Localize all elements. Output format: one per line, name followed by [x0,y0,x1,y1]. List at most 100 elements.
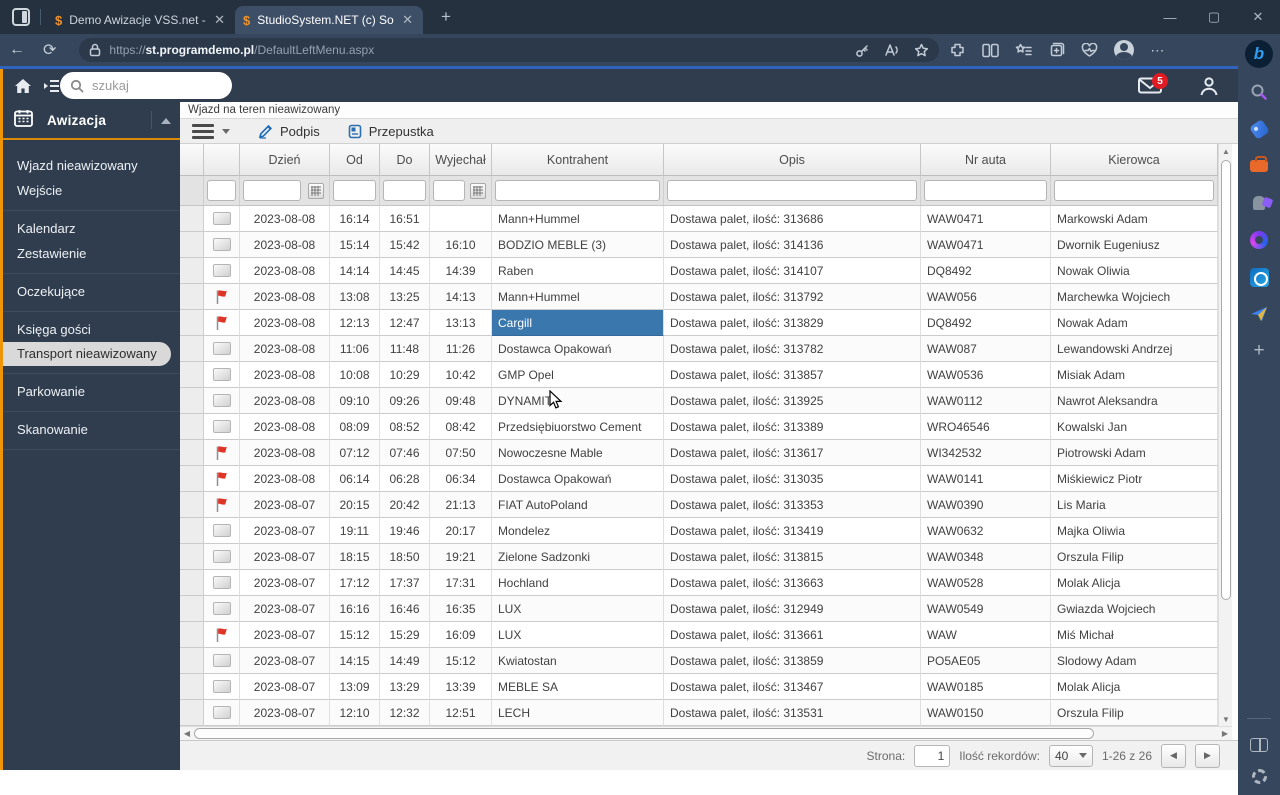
cell-od[interactable]: 13:09 [330,674,380,700]
sidebar-item[interactable]: Kalendarz [3,216,180,241]
cell-kontrahent[interactable]: GMP Opel [492,362,664,388]
table-row[interactable]: 2023-08-07 18:15 18:50 19:21 Zielone Sadzonk… [180,544,1218,570]
cell-dzien[interactable]: 2023-08-08 [240,232,330,258]
cell-do[interactable]: 17:37 [380,570,430,596]
cell-dzien[interactable]: 2023-08-07 [240,570,330,596]
games-icon[interactable] [1246,190,1272,216]
browser-tab-2-active[interactable]: $ StudioSystem.NET (c) SoftwareSt ✕ [235,6,423,34]
cell-wyjechal[interactable]: 06:34 [430,466,492,492]
przepustka-button[interactable]: Przepustka [348,124,434,139]
cell-kierowca[interactable]: Lis Maria [1051,492,1218,518]
cell-wyjechal[interactable]: 10:42 [430,362,492,388]
cell-od[interactable]: 07:12 [330,440,380,466]
cell-do[interactable]: 11:48 [380,336,430,362]
prev-page-button[interactable]: ◀ [1161,743,1186,768]
cell-kontrahent[interactable]: Dostawca Opakowań [492,336,664,362]
flag-cell[interactable] [204,492,240,518]
flag-cell[interactable] [204,440,240,466]
cell-nr-auta[interactable]: WRO46546 [921,414,1051,440]
cell-kierowca[interactable]: Miś Michał [1051,622,1218,648]
cell-wyjechal[interactable]: 15:12 [430,648,492,674]
cell-kierowca[interactable]: Markowski Adam [1051,206,1218,232]
cell-do[interactable]: 14:45 [380,258,430,284]
cell-kontrahent[interactable]: Mann+Hummel [492,206,664,232]
filter-flag-input[interactable] [207,180,236,201]
cell-wyjechal[interactable]: 08:42 [430,414,492,440]
cell-kierowca[interactable]: Piotrowski Adam [1051,440,1218,466]
header-nr-auta[interactable]: Nr auta [921,144,1051,176]
cell-kierowca[interactable]: Nawrot Aleksandra [1051,388,1218,414]
flag-cell[interactable] [204,414,240,440]
cell-dzien[interactable]: 2023-08-08 [240,336,330,362]
tab-close-icon[interactable]: ✕ [400,12,415,28]
cell-od[interactable]: 16:16 [330,596,380,622]
cell-dzien[interactable]: 2023-08-08 [240,284,330,310]
cell-dzien[interactable]: 2023-08-07 [240,596,330,622]
cell-kierowca[interactable]: Molak Alicja [1051,674,1218,700]
cell-kontrahent[interactable]: Mann+Hummel [492,284,664,310]
cell-opis[interactable]: Dostawa palet, ilość: 313859 [664,648,921,674]
cell-dzien[interactable]: 2023-08-07 [240,648,330,674]
cell-opis[interactable]: Dostawa palet, ilość: 313782 [664,336,921,362]
refresh-icon[interactable]: ⟳ [34,40,65,60]
table-row[interactable]: 2023-08-07 20:15 20:42 21:13 FIAT AutoPoland… [180,492,1218,518]
cell-kierowca[interactable]: Nowak Oliwia [1051,258,1218,284]
browser-essentials-icon[interactable] [1081,42,1098,58]
profile-avatar[interactable] [1114,40,1135,60]
cell-kierowca[interactable]: Orszula Filip [1051,700,1218,726]
vertical-scroll-thumb[interactable] [1221,160,1231,600]
more-menu-icon[interactable]: ⋯ [1150,42,1165,59]
cell-od[interactable]: 20:15 [330,492,380,518]
table-row[interactable]: 2023-08-07 15:12 15:29 16:09 LUX Dostawa pale… [180,622,1218,648]
cell-nr-auta[interactable]: WAW0471 [921,206,1051,232]
cell-nr-auta[interactable]: WAW0528 [921,570,1051,596]
sidebar-item[interactable]: Zestawienie [3,241,180,266]
workspaces-icon[interactable] [12,8,30,26]
cell-do[interactable]: 10:29 [380,362,430,388]
maximize-button[interactable]: ▢ [1192,0,1236,34]
table-row[interactable]: 2023-08-08 14:14 14:45 14:39 Raben Dostawa pa… [180,258,1218,284]
browser-tab-1[interactable]: $ Demo Awizacje VSS.net - Demo ✕ [47,6,235,34]
header-do[interactable]: Do [380,144,430,176]
cell-wyjechal[interactable]: 19:21 [430,544,492,570]
cell-dzien[interactable]: 2023-08-08 [240,258,330,284]
cell-od[interactable]: 09:10 [330,388,380,414]
cell-opis[interactable]: Dostawa palet, ilość: 314136 [664,232,921,258]
cell-wyjechal[interactable]: 16:10 [430,232,492,258]
cell-kontrahent[interactable]: FIAT AutoPoland [492,492,664,518]
home-icon[interactable] [14,78,32,94]
calendar-picker-icon[interactable] [470,183,486,199]
cell-wyjechal[interactable] [430,206,492,232]
table-row[interactable]: 2023-08-07 14:15 14:49 15:12 Kwiatostan Dosta… [180,648,1218,674]
favorite-star-icon[interactable] [914,43,929,58]
cell-do[interactable]: 13:25 [380,284,430,310]
cell-nr-auta[interactable]: WAW0185 [921,674,1051,700]
cell-wyjechal[interactable]: 21:13 [430,492,492,518]
sidebar-item[interactable]: Parkowanie [3,379,180,404]
cell-dzien[interactable]: 2023-08-08 [240,388,330,414]
cell-do[interactable]: 16:46 [380,596,430,622]
flag-cell[interactable] [204,596,240,622]
page-number-input[interactable] [914,744,951,767]
flag-cell[interactable] [204,648,240,674]
app-search[interactable] [60,72,232,99]
cell-kontrahent[interactable]: Przedsiębiuorstwo Cement [492,414,664,440]
mail-icon[interactable]: 5 [1138,73,1168,99]
cell-wyjechal[interactable]: 07:50 [430,440,492,466]
cell-dzien[interactable]: 2023-08-08 [240,466,330,492]
table-row[interactable]: 2023-08-07 12:10 12:32 12:51 LECH Dostawa pal… [180,700,1218,726]
table-row[interactable]: 2023-08-08 09:10 09:26 09:48 DYNAMIT Dostawa … [180,388,1218,414]
collections-icon[interactable] [1048,42,1065,58]
cell-do[interactable]: 06:28 [380,466,430,492]
cell-do[interactable]: 18:50 [380,544,430,570]
favorites-bar-icon[interactable] [1015,43,1033,58]
minimize-button[interactable]: — [1148,0,1192,34]
flag-cell[interactable] [204,466,240,492]
flag-cell[interactable] [204,284,240,310]
cell-od[interactable]: 14:15 [330,648,380,674]
cell-opis[interactable]: Dostawa palet, ilość: 313663 [664,570,921,596]
cell-nr-auta[interactable]: WAW [921,622,1051,648]
flag-cell[interactable] [204,362,240,388]
table-row[interactable]: 2023-08-08 16:14 16:51 Mann+Hummel Dostawa p… [180,206,1218,232]
cell-od[interactable]: 08:09 [330,414,380,440]
